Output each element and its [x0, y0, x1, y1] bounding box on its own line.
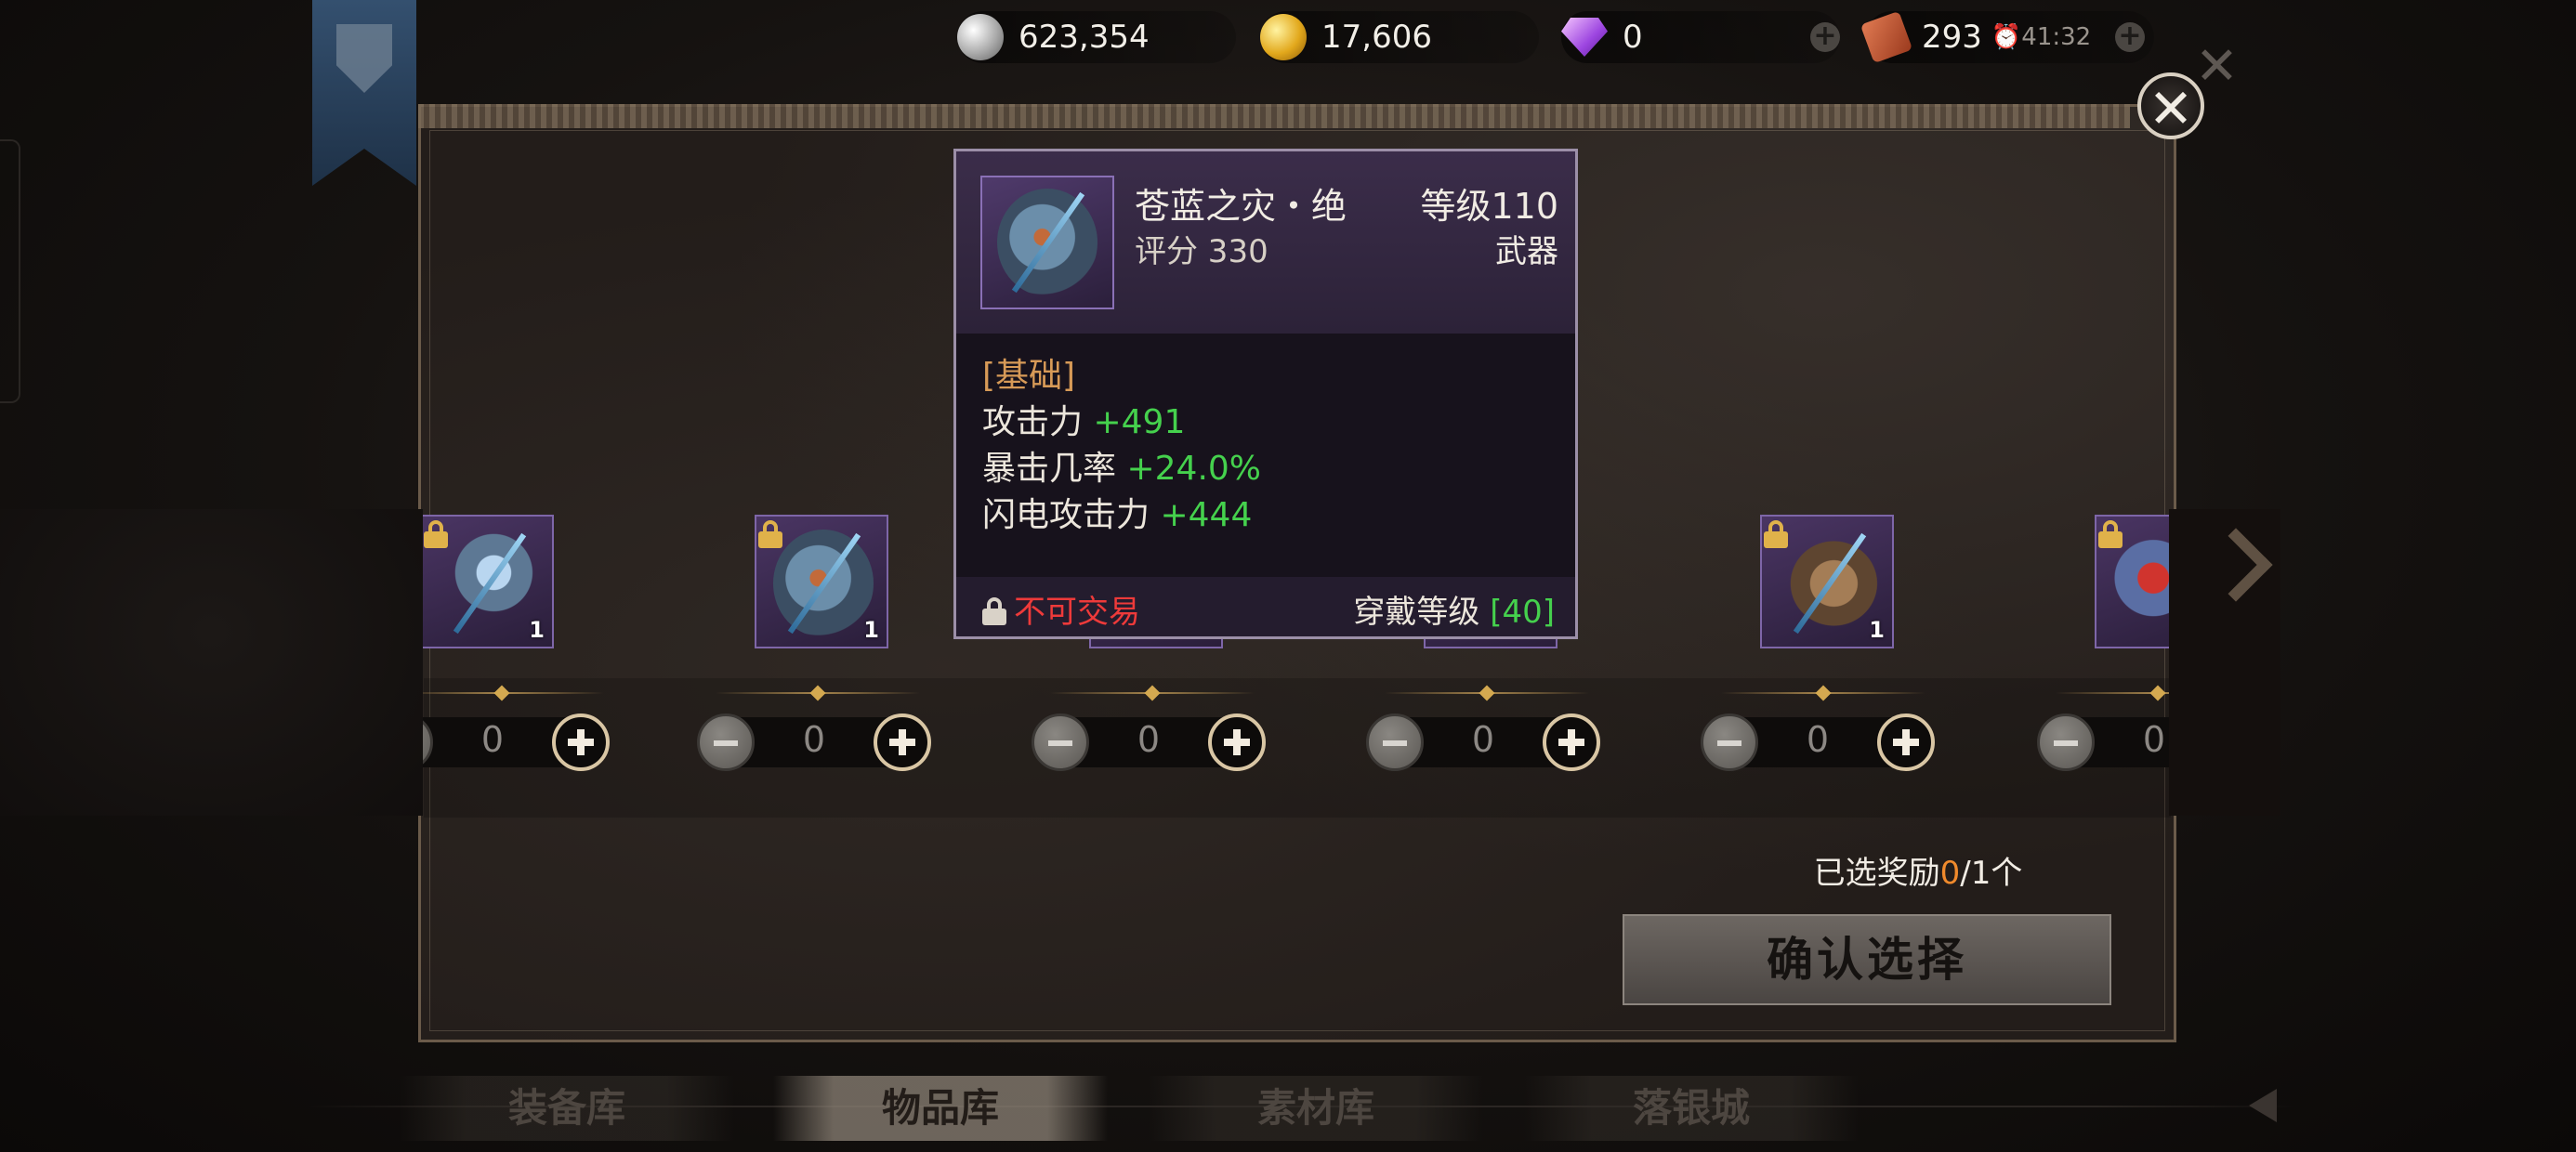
increase-button[interactable] — [874, 713, 931, 771]
stat-value: +491 — [1093, 403, 1186, 441]
gold-coin-icon — [1260, 14, 1307, 60]
wear-level-value: [40] — [1490, 594, 1555, 631]
confirm-selection-button[interactable]: 确认选择 — [1623, 914, 2111, 1005]
ticket-icon — [1860, 10, 1913, 64]
quantity-stepper-3: 0 — [1032, 713, 1266, 771]
item-divider — [716, 685, 920, 701]
tab-equipment[interactable]: 装备库 — [400, 1076, 734, 1141]
gem-icon — [1561, 18, 1608, 57]
tab-materials[interactable]: 素材库 — [1149, 1076, 1483, 1141]
gem-value: 0 — [1623, 19, 1643, 56]
item-slot-1[interactable]: 1 — [420, 515, 554, 648]
item-slot-2[interactable]: 1 — [755, 515, 888, 648]
selection-current: 0 — [1939, 855, 1961, 892]
quantity-stepper-2: 0 — [697, 713, 931, 771]
left-edge-frame — [0, 139, 20, 403]
stepper-count: 0 — [1471, 719, 1495, 760]
item-quantity: 1 — [529, 617, 545, 643]
stepper-count: 0 — [802, 719, 826, 760]
decrease-button[interactable] — [1032, 713, 1089, 771]
lock-icon — [758, 520, 782, 548]
decrease-button[interactable] — [1366, 713, 1424, 771]
gold-resource: 17,606 — [1260, 11, 1539, 63]
ticket-resource: 293 ⏰ 41:32 — [1860, 10, 2154, 64]
gem-resource: 0 — [1561, 11, 1840, 63]
tooltip-stat: 攻击力 +491 — [982, 395, 1185, 443]
selection-counter: 已选奖励0/1个 — [1760, 847, 2076, 893]
tab-silver-city[interactable]: 落银城 — [1524, 1076, 1859, 1141]
wear-level: 穿戴等级 [40] — [1353, 586, 1555, 632]
stat-value: +444 — [1160, 496, 1253, 534]
stat-label: 闪电攻击力 — [982, 496, 1150, 534]
panel-top-frame — [418, 104, 2130, 128]
lock-icon — [2098, 520, 2123, 548]
tooltip-item-type: 武器 — [1495, 233, 1558, 270]
gold-value: 17,606 — [1321, 19, 1432, 56]
close-button[interactable]: ✕ — [2137, 72, 2204, 140]
untradeable-label: 不可交易 — [1014, 594, 1140, 631]
scroll-right-arrow-icon[interactable] — [2208, 530, 2264, 613]
shield-spear-icon — [997, 189, 1097, 296]
increase-button[interactable] — [1877, 713, 1935, 771]
tooltip-item-level: 等级110 — [1420, 186, 1558, 227]
silver-coin-icon — [957, 14, 1004, 60]
tab-scroll-arrow-icon[interactable] — [2249, 1089, 2277, 1122]
wear-level-label: 穿戴等级 — [1353, 594, 1480, 631]
selection-prefix: 已选奖励 — [1813, 855, 1940, 892]
item-divider — [1385, 685, 1589, 701]
add-ticket-button[interactable]: + — [2115, 22, 2145, 52]
item-slot-5[interactable]: 1 — [1760, 515, 1894, 648]
spear-icon — [439, 530, 539, 637]
quantity-stepper-4: 0 — [1366, 713, 1600, 771]
tooltip-footer: 不可交易 穿戴等级 [40] — [956, 577, 1575, 636]
stat-label: 攻击力 — [982, 403, 1084, 441]
quantity-stepper-5: 0 — [1701, 713, 1935, 771]
lock-icon — [424, 520, 448, 548]
silver-resource: 623,354 — [957, 11, 1236, 63]
tooltip-item-icon — [980, 176, 1114, 309]
wooden-shield-icon — [1779, 530, 1879, 637]
tab-items[interactable]: 物品库 — [773, 1076, 1108, 1141]
increase-button[interactable] — [1543, 713, 1600, 771]
item-divider — [1721, 685, 1925, 701]
alarm-clock-icon: ⏰ — [1991, 23, 2022, 51]
background-close-icon: ✕ — [2195, 36, 2239, 97]
silver-value: 623,354 — [1019, 19, 1150, 56]
item-divider — [1050, 685, 1255, 701]
tooltip-stat: 暴击几率 +24.0% — [982, 441, 1261, 490]
decrease-button[interactable] — [2037, 713, 2095, 771]
item-divider — [400, 685, 604, 701]
decrease-button[interactable] — [1701, 713, 1758, 771]
item-quantity: 1 — [1869, 617, 1885, 643]
scroll-clip-left — [0, 509, 423, 816]
decrease-button[interactable] — [697, 713, 755, 771]
increase-button[interactable] — [552, 713, 610, 771]
ticket-timer: 41:32 — [2021, 23, 2092, 51]
tooltip-item-name: 苍蓝之灾・绝 — [1135, 186, 1347, 227]
ticket-value: 293 — [1922, 19, 1982, 56]
stepper-count: 0 — [1137, 719, 1161, 760]
selection-suffix: /1个 — [1960, 855, 2023, 892]
lock-icon — [1764, 520, 1788, 548]
stat-value: +24.0% — [1126, 450, 1261, 488]
item-quantity: 1 — [863, 617, 879, 643]
increase-button[interactable] — [1208, 713, 1266, 771]
item-tooltip: 苍蓝之灾・绝 评分 330 等级110 武器 [基础] 攻击力 +491 暴击几… — [953, 149, 1578, 639]
tooltip-stat: 闪电攻击力 +444 — [982, 488, 1252, 536]
stat-label: 暴击几率 — [982, 450, 1117, 488]
stepper-count: 0 — [1806, 719, 1830, 760]
add-gem-button[interactable]: + — [1810, 22, 1840, 52]
shield-spear-icon — [773, 530, 874, 637]
tooltip-section-title: [基础] — [982, 357, 1076, 395]
tooltip-item-score: 评分 330 — [1135, 233, 1268, 270]
lock-icon — [982, 597, 1006, 625]
stepper-count: 0 — [480, 719, 505, 760]
